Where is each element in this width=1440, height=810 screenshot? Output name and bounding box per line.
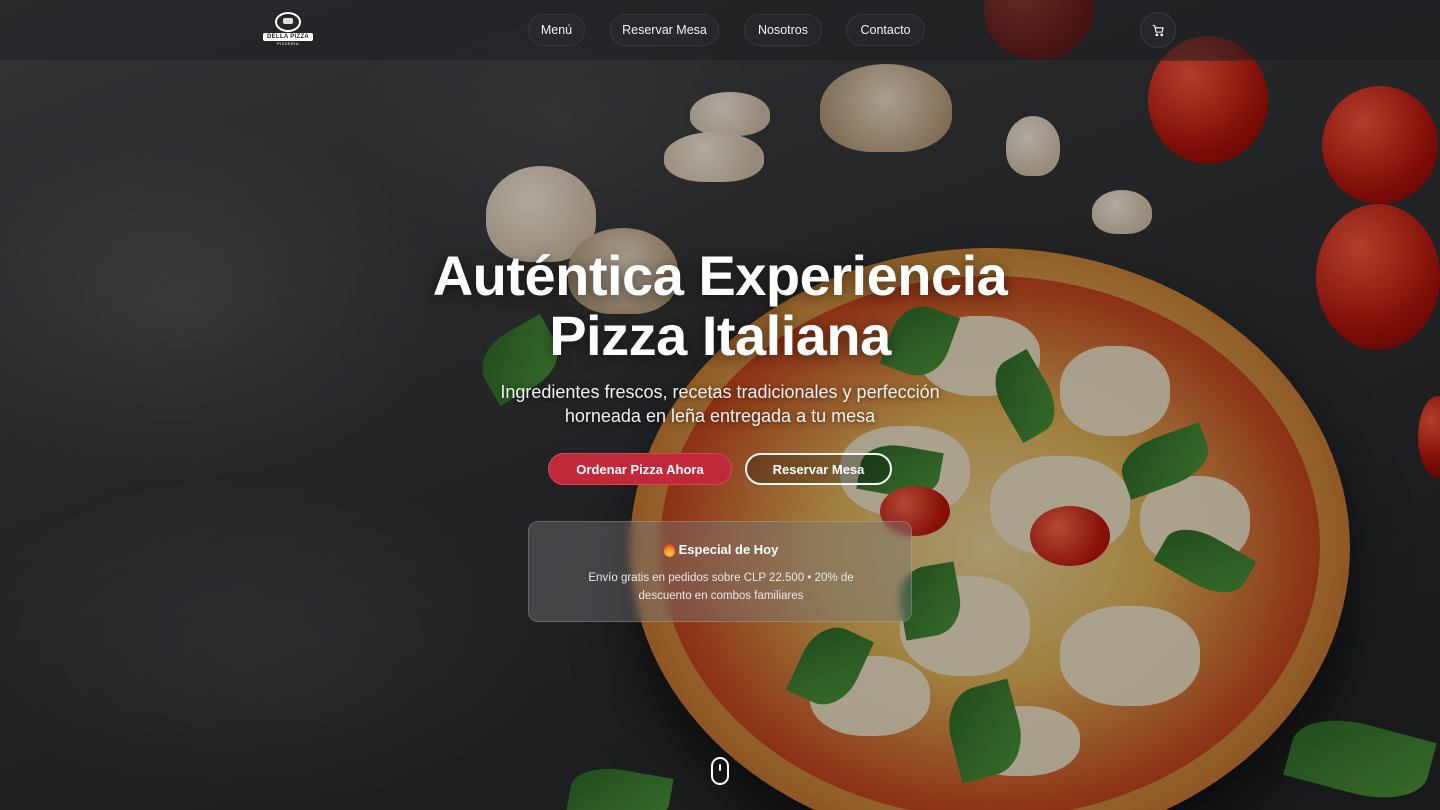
mouse-scroll-icon[interactable] [711, 757, 729, 785]
special-title-row: Especial de Hoy [529, 542, 913, 557]
navbar: DELLA PIZZA PIZZERIA Menú Reservar Mesa … [0, 0, 1440, 61]
hero-title-line1: Auténtica Experiencia [432, 244, 1008, 307]
hero-title: Auténtica Experiencia Pizza Italiana [320, 246, 1120, 366]
cart-button[interactable] [1140, 12, 1176, 48]
hero-title-line2: Pizza Italiana [549, 304, 891, 367]
cart-icon [1152, 24, 1164, 36]
reserve-table-button[interactable]: Reservar Mesa [745, 453, 892, 485]
special-description: Envío gratis en pedidos sobre CLP 22.500… [588, 572, 854, 602]
order-pizza-button[interactable]: Ordenar Pizza Ahora [548, 453, 732, 485]
fire-icon [663, 543, 675, 557]
special-title: Especial de Hoy [678, 542, 779, 557]
daily-special-card: Especial de Hoy Envío gratis en pedidos … [528, 521, 912, 622]
hero-subtitle: Ingredientes frescos, recetas tradiciona… [500, 382, 940, 426]
nav-nosotros-link[interactable]: Nosotros [744, 14, 822, 46]
nav-menu-link[interactable]: Menú [528, 14, 585, 46]
nav-reservar-link[interactable]: Reservar Mesa [610, 14, 719, 46]
nav-contacto-link[interactable]: Contacto [846, 14, 925, 46]
nav-menu: Menú Reservar Mesa Nosotros Contacto [0, 14, 1440, 46]
